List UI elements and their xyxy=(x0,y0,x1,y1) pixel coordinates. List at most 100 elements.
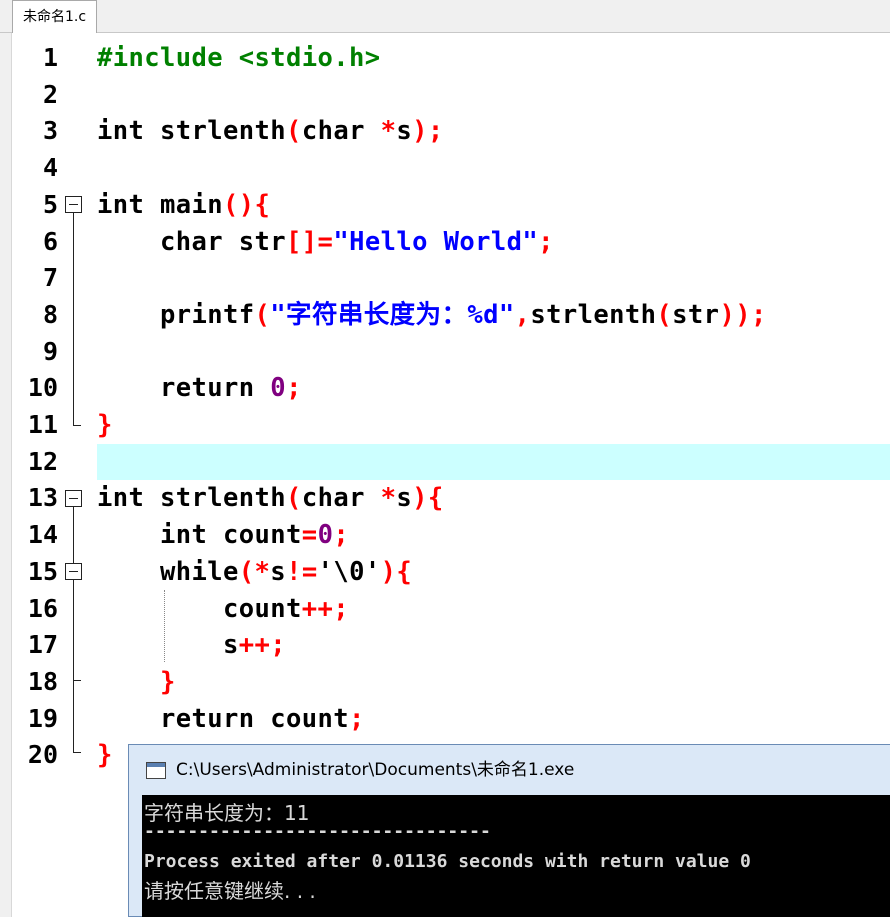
line-number: 19 xyxy=(27,703,58,733)
code-token: char xyxy=(301,116,365,147)
code-token: return xyxy=(160,373,255,404)
code-line[interactable]: printf("字符串长度为：%d",strlenth(str)); xyxy=(97,297,767,334)
code-line[interactable]: } xyxy=(97,737,113,774)
code-line[interactable]: #include <stdio.h> xyxy=(97,40,381,77)
line-number: 13 xyxy=(27,483,58,513)
fold-toggle-main-icon[interactable] xyxy=(65,196,82,213)
code-line[interactable]: char str[]="Hello World"; xyxy=(97,224,554,261)
code-token: )); xyxy=(719,299,767,330)
code-line[interactable]: while(*s!='\0'){ xyxy=(97,554,412,591)
fold-end-while xyxy=(73,680,81,681)
line-number: 17 xyxy=(27,630,58,660)
code-line[interactable]: count++; xyxy=(97,591,349,628)
code-token: "字符串长度为：%d" xyxy=(270,299,515,330)
code-token: ); xyxy=(412,116,444,147)
code-token: } xyxy=(97,740,113,771)
code-line[interactable]: int strlenth(char *s); xyxy=(97,113,444,150)
code-line[interactable]: return count; xyxy=(97,701,365,738)
code-token: ( xyxy=(286,483,302,514)
console-window[interactable]: C:\Users\Administrator\Documents\未命名1.ex… xyxy=(128,744,890,917)
code-token: []= xyxy=(286,226,334,257)
code-token: ; xyxy=(538,226,554,257)
code-token: 0 xyxy=(270,373,287,404)
code-token: int xyxy=(160,520,208,551)
line-number: 11 xyxy=(27,410,58,439)
line-number: 1 xyxy=(42,43,58,72)
line-number: 8 xyxy=(42,299,58,329)
code-token: s xyxy=(97,630,239,661)
code-token: ( xyxy=(286,116,302,147)
code-token: (){ xyxy=(223,189,271,220)
line-number: 2 xyxy=(42,79,58,109)
code-token: s xyxy=(396,116,413,147)
code-token: (* xyxy=(238,556,271,587)
console-press-any-key: 请按任意键继续. . . xyxy=(144,879,316,903)
code-token: '\0' xyxy=(317,556,381,587)
line-number: 3 xyxy=(42,116,58,146)
code-token: strlenth xyxy=(144,116,287,147)
code-token: main xyxy=(144,189,224,220)
code-token: count xyxy=(254,703,350,734)
fold-guide-main xyxy=(73,213,74,425)
code-token: } xyxy=(97,410,113,440)
code-token: ){ xyxy=(380,556,413,587)
code-token: ; xyxy=(286,373,302,404)
code-line[interactable]: } xyxy=(97,664,176,701)
code-token: strlenth xyxy=(144,483,287,514)
code-line[interactable]: int strlenth(char *s){ xyxy=(97,480,444,517)
fold-toggle-while-icon[interactable] xyxy=(65,563,82,580)
code-line[interactable]: return 0; xyxy=(97,370,302,407)
line-number: 9 xyxy=(42,336,58,366)
code-token: 0 xyxy=(317,520,334,551)
code-token: return xyxy=(160,703,255,734)
fold-end-main xyxy=(73,425,81,426)
console-exit-message: Process exited after 0.01136 seconds wit… xyxy=(144,851,751,872)
code-line[interactable]: int main(){ xyxy=(97,187,270,224)
code-token: #include <stdio.h> xyxy=(97,43,381,73)
fold-toggle-strlenth-icon[interactable] xyxy=(65,490,82,507)
console-output-area[interactable]: 字符串长度为：11 ------------------------------… xyxy=(142,795,890,917)
code-token: str xyxy=(223,226,287,257)
code-token: while xyxy=(160,556,239,587)
code-line[interactable]: int count=0; xyxy=(97,517,349,554)
code-token: * xyxy=(380,483,397,514)
file-tab[interactable]: 未命名1.c xyxy=(12,0,98,33)
console-title: C:\Users\Administrator\Documents\未命名1.ex… xyxy=(176,760,575,780)
left-margin-strip xyxy=(0,33,12,917)
fold-guide-strlenth xyxy=(73,507,74,752)
code-token: ; xyxy=(349,703,365,734)
line-number: 12 xyxy=(27,446,58,476)
line-number: 15 xyxy=(27,556,58,586)
line-number: 20 xyxy=(27,740,58,770)
code-token: ){ xyxy=(412,483,444,514)
code-token: count xyxy=(97,593,302,624)
line-number: 14 xyxy=(27,520,58,550)
code-token: printf xyxy=(97,299,255,330)
code-line[interactable]: } xyxy=(97,407,113,444)
line-number: 5 xyxy=(42,189,58,219)
console-window-icon xyxy=(146,762,166,779)
code-token: int xyxy=(97,189,145,220)
code-line[interactable]: s++; xyxy=(97,627,286,664)
code-token: int xyxy=(97,116,145,147)
code-token: strlenth xyxy=(530,299,657,330)
code-token: ( xyxy=(656,299,673,330)
fold-end-strlenth xyxy=(73,752,81,753)
code-token: = xyxy=(301,520,318,551)
line-number: 16 xyxy=(27,593,58,623)
console-titlebar[interactable]: C:\Users\Administrator\Documents\未命名1.ex… xyxy=(129,745,890,795)
line-number: 4 xyxy=(42,153,58,183)
code-token: ++; xyxy=(301,593,350,624)
code-token: * xyxy=(380,116,397,147)
code-token: count xyxy=(207,520,302,551)
line-number: 6 xyxy=(42,226,58,256)
